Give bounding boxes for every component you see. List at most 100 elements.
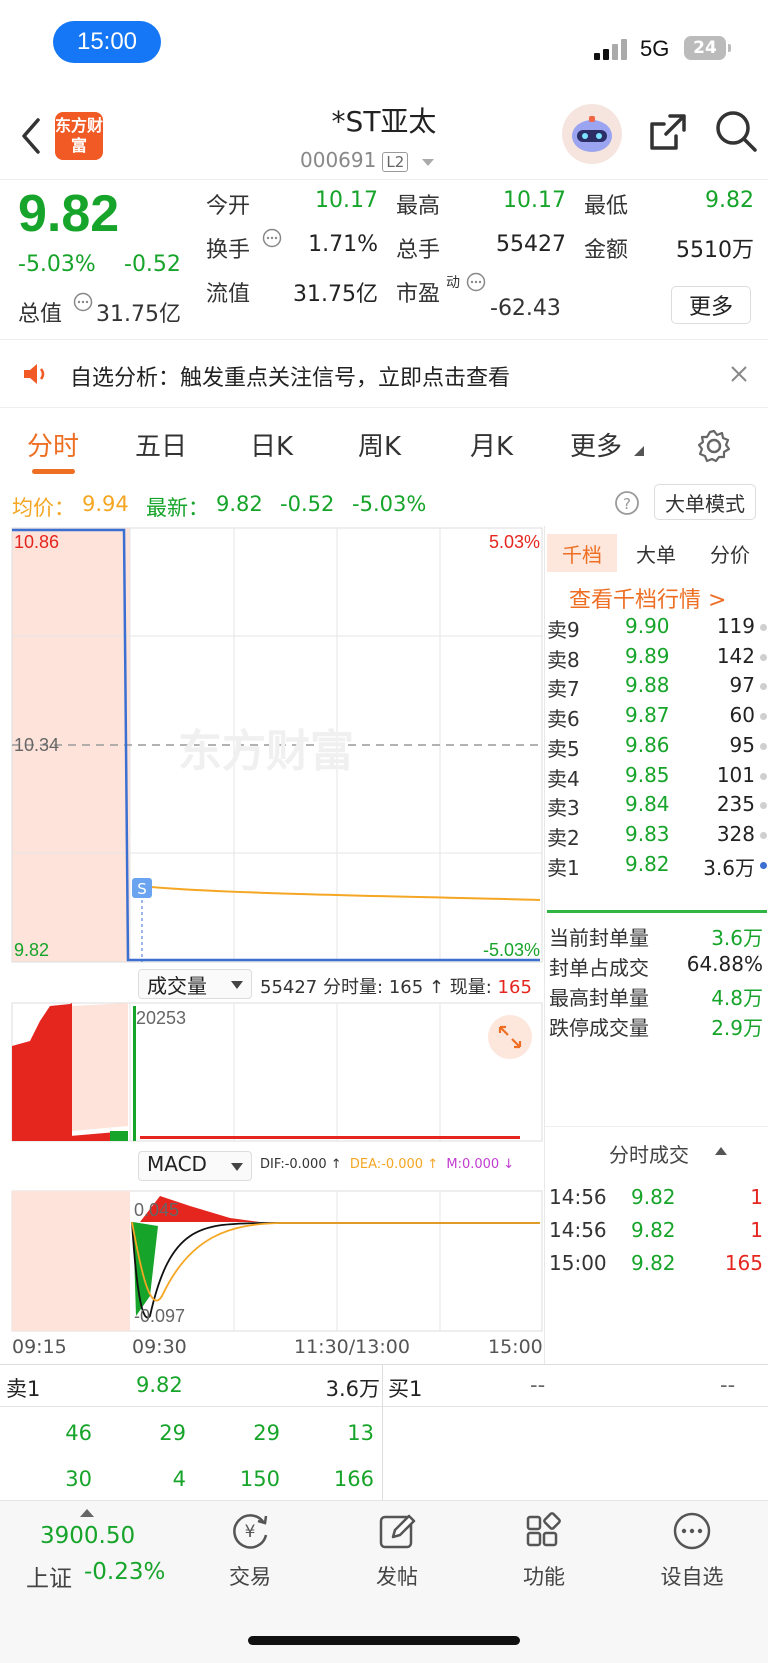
trade-time: 14:56: [549, 1218, 607, 1242]
tab-dadan[interactable]: 大单: [621, 534, 691, 572]
tab-more[interactable]: 更多: [570, 426, 622, 463]
ask-row[interactable]: 卖8 9.89 142: [545, 644, 768, 675]
quote-panel: 9.82 -5.03% -0.52 总值 31.75亿 今开 10.17 最高 …: [0, 180, 768, 340]
triangle-up-icon: [715, 1147, 727, 1155]
ask-volume: 142: [716, 643, 755, 668]
more-button[interactable]: 更多: [671, 286, 751, 324]
share-icon[interactable]: [646, 110, 690, 154]
gear-icon[interactable]: [696, 428, 732, 464]
seal-stat-row: 最高封单量 4.8万: [545, 982, 768, 1013]
yuan-cycle-icon: ¥: [233, 1514, 268, 1549]
volume-selector[interactable]: 成交量: [138, 969, 252, 999]
more-circle-icon: [673, 1512, 711, 1550]
seal-stat-label: 最高封单量: [549, 986, 649, 1010]
ask-price: 9.83: [625, 821, 670, 846]
trade-price: 9.82: [631, 1185, 676, 1209]
grid-icon: [526, 1512, 561, 1547]
ask-volume: 60: [729, 703, 755, 728]
trades-title[interactable]: 分时成交: [609, 1139, 689, 1168]
nav-functions[interactable]: 功能: [484, 1509, 604, 1591]
avg-line: [139, 885, 541, 901]
info-dots-icon[interactable]: [73, 292, 93, 312]
tab-monthly-k[interactable]: 月K: [470, 426, 513, 463]
time-label-close: 15:00: [488, 1336, 543, 1358]
ask-row[interactable]: 卖2 9.83 328: [545, 822, 768, 853]
nav-trade-label: 交易: [229, 1565, 271, 1589]
info-dots-icon[interactable]: [262, 228, 282, 248]
close-icon[interactable]: [730, 365, 748, 383]
ask-label: 卖4: [547, 766, 580, 791]
ask-price: 9.88: [625, 673, 670, 698]
nav-trade[interactable]: ¥ 交易: [190, 1509, 310, 1591]
ask-row[interactable]: 卖3 9.84 235: [545, 792, 768, 823]
ask-row[interactable]: 卖9 9.90 119: [545, 614, 768, 645]
low-value: 9.82: [705, 188, 754, 213]
app-logo[interactable]: 东方财富: [55, 112, 103, 160]
svg-text:¥: ¥: [245, 1522, 256, 1542]
stock-code-row[interactable]: 000691 L2: [300, 148, 435, 172]
tick-volume: 29: [159, 1421, 186, 1445]
trade-row: 15:00 9.82 165: [545, 1251, 768, 1282]
level2-badge: L2: [382, 152, 409, 172]
info-dots-icon[interactable]: [466, 272, 486, 292]
fenshi-arrow: ↑: [428, 977, 444, 998]
nav-post[interactable]: 发帖: [337, 1509, 457, 1591]
triangle-up-icon: [80, 1509, 94, 1517]
view-qiandang-link[interactable]: 查看千档行情 >: [569, 582, 726, 614]
seal-stat-value: 64.88%: [686, 952, 763, 976]
ask-row[interactable]: 卖7 9.88 97: [545, 673, 768, 704]
help-icon[interactable]: ?: [614, 490, 640, 516]
tick-volume: 150: [239, 1467, 280, 1491]
ask-row[interactable]: 卖6 9.87 60: [545, 703, 768, 734]
order-book: 千档 大单 分价 查看千档行情 > 卖9 9.90 119 卖8 9.89 14…: [544, 526, 768, 1364]
status-time: 15:00: [53, 21, 161, 63]
tab-fenshi[interactable]: 分时: [27, 426, 79, 463]
big-order-mode-button[interactable]: 大单模式: [654, 484, 756, 520]
tab-qiandang[interactable]: 千档: [547, 534, 617, 572]
status-bar: 15:00 5G 24: [0, 0, 768, 92]
tab-fenjia[interactable]: 分价: [695, 534, 765, 572]
price-info-bar: 均价： 9.94 最新： 9.82 -0.52 -5.03% ? 大单模式: [0, 484, 768, 526]
pe-label: 市盈: [396, 282, 441, 307]
seal-stat-value: 3.6万: [711, 926, 763, 950]
fenshi-value: 165: [388, 977, 424, 998]
sell1-label: 卖1: [6, 1377, 41, 1401]
index-name[interactable]: 上证: [26, 1559, 72, 1593]
signal-banner[interactable]: 自选分析：触发重点关注信号，立即点击查看: [0, 340, 768, 408]
trade-volume: 165: [724, 1251, 763, 1275]
trades-panel: 分时成交 14:56 9.82 1 14:56 9.82 1 15:00 9.8…: [545, 1126, 768, 1352]
trade-time: 14:56: [549, 1185, 607, 1209]
ask-row[interactable]: 卖5 9.86 95: [545, 733, 768, 764]
tab-5day[interactable]: 五日: [135, 426, 187, 463]
ask-row[interactable]: 卖1 9.82 3.6万: [545, 852, 768, 883]
intraday-chart-area[interactable]: 东方财富 S 10.86 10.34 9.82 5.03% -5.03% 202…: [0, 526, 544, 1364]
index-value[interactable]: 3900.50: [40, 1523, 135, 1549]
macd-selector[interactable]: MACD: [138, 1151, 252, 1181]
tab-weekly-k[interactable]: 周K: [358, 426, 401, 463]
seal-stat-value: 4.8万: [711, 986, 763, 1010]
ask-label: 卖9: [547, 618, 580, 642]
amount-label: 金额: [584, 238, 629, 263]
float-label: 流值: [206, 282, 251, 307]
back-arrow-icon[interactable]: [18, 116, 44, 156]
pct-low-label: -5.03%: [483, 940, 540, 960]
avg-value: 9.94: [82, 492, 129, 516]
battery-tip: [728, 44, 731, 52]
robot-avatar-icon[interactable]: [562, 104, 622, 164]
ask-volume: 95: [729, 732, 755, 757]
ask-volume: 97: [729, 673, 755, 698]
search-icon[interactable]: [713, 108, 759, 154]
seal-stat-label: 封单占成交: [549, 956, 649, 980]
stock-name[interactable]: *ST亚太: [260, 100, 508, 140]
m-value: M:0.000 ↓: [446, 1157, 515, 1172]
fenshi-label: 分时量:: [323, 977, 384, 998]
sell1-volume: 3.6万: [325, 1377, 380, 1401]
tab-daily-k[interactable]: 日K: [250, 426, 293, 463]
triangle-down-icon: [231, 1163, 243, 1171]
ask-price: 9.85: [625, 762, 670, 787]
nav-add-watchlist[interactable]: 设自选: [632, 1509, 752, 1591]
ask-price: 9.90: [625, 614, 670, 638]
ask-row[interactable]: 卖4 9.85 101: [545, 763, 768, 794]
index-change[interactable]: -0.23%: [84, 1559, 165, 1585]
triangle-down-icon: [634, 446, 644, 456]
